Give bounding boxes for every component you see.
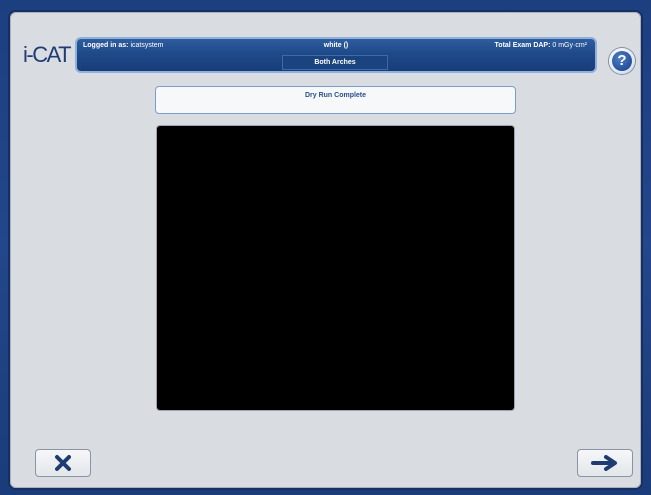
help-button[interactable]: ? xyxy=(609,48,635,74)
scan-preview xyxy=(157,126,514,410)
help-icon: ? xyxy=(612,51,632,71)
dap-info: Total Exam DAP: 0 mGy·cm² xyxy=(495,42,587,49)
cancel-button[interactable] xyxy=(35,449,91,477)
dap-value: 0 mGy·cm² xyxy=(552,42,587,49)
close-icon xyxy=(55,455,71,471)
scan-type-label: Both Arches xyxy=(282,55,388,70)
arrow-right-icon xyxy=(591,455,617,471)
next-button[interactable] xyxy=(577,449,633,477)
app-logo: i-CAT xyxy=(23,42,72,67)
status-message: Dry Run Complete xyxy=(155,86,516,114)
dap-label: Total Exam DAP: xyxy=(494,42,551,49)
header-bar: Logged in as: icatsystem white () Total … xyxy=(75,37,597,73)
